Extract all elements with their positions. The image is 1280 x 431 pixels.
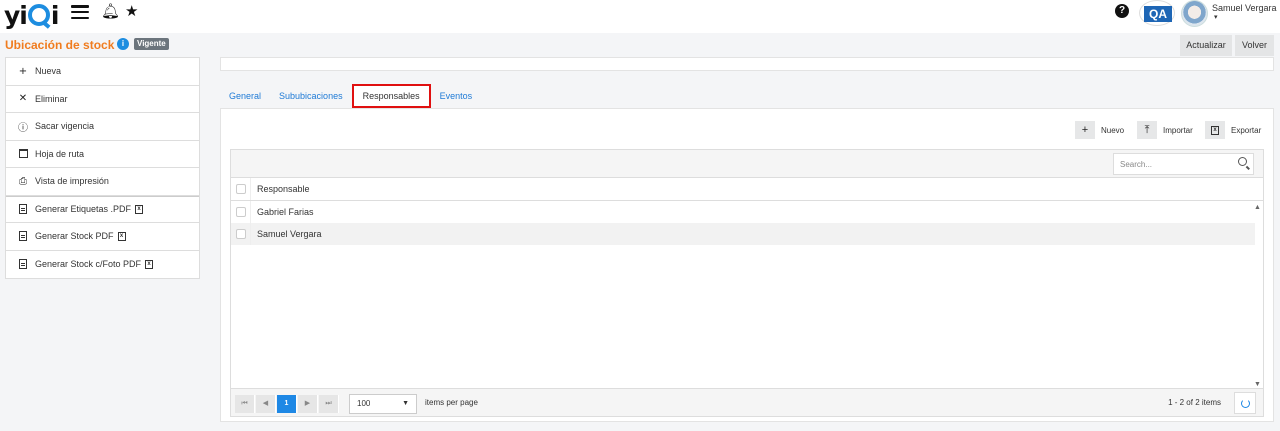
last-page-button[interactable]: ⏭: [319, 395, 339, 413]
prev-page-button[interactable]: ◀: [256, 395, 276, 413]
status-badge: Vigente: [134, 38, 169, 50]
sidebar-item-sacar-vigencia[interactable]: ⓘ Sacar vigencia: [6, 113, 199, 141]
alert-circle-icon: ⓘ: [18, 122, 28, 134]
sidebar-item-generar-stock-foto[interactable]: Generar Stock c/Foto PDF x: [6, 251, 199, 279]
environment-badge: QA: [1139, 0, 1175, 26]
select-all-checkbox[interactable]: [235, 184, 246, 194]
info-icon[interactable]: i: [117, 38, 129, 50]
grid-rows: Gabriel Farias Samuel Vergara: [231, 201, 1255, 388]
tab-responsables[interactable]: Responsables: [351, 84, 431, 108]
plus-icon: +: [1075, 121, 1095, 139]
import-button-label: Importar: [1163, 125, 1193, 135]
user-name[interactable]: Samuel Vergara: [1212, 3, 1277, 13]
sidebar-item-label: Generar Stock PDF: [35, 231, 114, 242]
back-button[interactable]: Volver: [1235, 35, 1274, 56]
sidebar-item-label: Hoja de ruta: [35, 148, 85, 159]
page-title: Ubicación de stock: [5, 38, 115, 52]
scroll-up-icon[interactable]: ▲: [1254, 204, 1261, 211]
update-button[interactable]: Actualizar: [1180, 35, 1232, 56]
vertical-scrollbar[interactable]: ▲ ▼: [1253, 202, 1263, 390]
help-icon[interactable]: ?: [1115, 4, 1129, 18]
table-row[interactable]: Samuel Vergara: [231, 223, 1255, 245]
chevron-down-icon[interactable]: ▾: [1214, 13, 1218, 21]
excel-file-icon[interactable]: x: [117, 231, 126, 241]
grid-toolbar: [231, 150, 1263, 178]
export-button[interactable]: x Exportar: [1205, 121, 1261, 139]
sidebar-item-label: Generar Stock c/Foto PDF: [35, 259, 142, 270]
refresh-icon[interactable]: [1234, 392, 1256, 414]
plus-icon: +: [18, 65, 28, 77]
row-check-cell: [231, 223, 251, 245]
sidebar-item-hoja-de-ruta[interactable]: Hoja de ruta: [6, 141, 199, 168]
search-input[interactable]: [1113, 153, 1254, 175]
tab-bar: General Sububicaciones Responsables Even…: [220, 84, 481, 108]
next-page-button[interactable]: ▶: [298, 395, 318, 413]
chevron-down-icon: ▼: [402, 400, 409, 407]
row-check-cell: [231, 201, 251, 223]
tab-content: + Nuevo ⤒ Importar x Exportar Responsabl…: [220, 108, 1274, 422]
search-icon[interactable]: [1238, 157, 1247, 166]
column-header-responsable[interactable]: Responsable: [251, 184, 310, 194]
pdf-icon: [18, 259, 28, 270]
close-icon: ✕: [18, 93, 28, 105]
sidebar-item-eliminar[interactable]: ✕ Eliminar: [6, 86, 199, 113]
printer-icon: ⎙: [19, 175, 27, 187]
excel-file-icon: x: [1205, 121, 1225, 139]
pager: ⏮ ◀ 1 ▶ ⏭ 100 ▼ items per page 1 - 2 of …: [231, 388, 1263, 416]
import-button[interactable]: ⤒ Importar: [1137, 121, 1193, 139]
new-button-label: Nuevo: [1101, 125, 1125, 135]
avatar[interactable]: [1181, 0, 1208, 27]
star-icon[interactable]: ★: [125, 2, 138, 20]
responsable-cell: Samuel Vergara: [257, 229, 322, 239]
responsable-cell: Gabriel Farias: [257, 207, 314, 217]
scroll-down-icon[interactable]: ▼: [1254, 381, 1261, 388]
pdf-icon: [18, 204, 28, 215]
top-bar: yi i 🔔︎ ★ ? QA Samuel Vergara ▾: [0, 0, 1280, 33]
qa-badge-label: QA: [1144, 6, 1172, 22]
detail-strip: [220, 57, 1274, 71]
tab-general[interactable]: General: [220, 84, 270, 108]
tab-sububicaciones[interactable]: Sububicaciones: [270, 84, 352, 108]
actions-sidebar: + Nueva ✕ Eliminar ⓘ Sacar vigencia Hoja…: [5, 57, 200, 279]
page-number-button[interactable]: 1: [277, 395, 297, 413]
responsables-grid: Responsable Gabriel Farias Samuel Vergar…: [230, 149, 1264, 417]
sidebar-item-label: Generar Etiquetas .PDF: [35, 204, 132, 215]
sidebar-item-label: Eliminar: [35, 93, 68, 104]
calendar-icon: [18, 149, 28, 159]
sidebar-item-label: Nueva: [35, 66, 62, 77]
row-checkbox[interactable]: [235, 229, 246, 239]
items-per-page-label: items per page: [425, 398, 478, 407]
sidebar-item-label: Vista de impresión: [35, 176, 109, 187]
app-logo[interactable]: yi i: [4, 1, 59, 30]
pdf-icon: [18, 231, 28, 242]
menu-icon[interactable]: [71, 5, 89, 19]
pager-info: 1 - 2 of 2 items: [1168, 398, 1221, 407]
row-checkbox[interactable]: [235, 207, 246, 217]
export-button-label: Exportar: [1231, 125, 1262, 135]
sidebar-item-label: Sacar vigencia: [35, 121, 95, 132]
page-size-select[interactable]: 100 ▼: [349, 394, 417, 414]
sidebar-item-vista-impresion[interactable]: ⎙ Vista de impresión: [6, 168, 199, 196]
upload-icon: ⤒: [1137, 121, 1157, 139]
sidebar-item-nueva[interactable]: + Nueva: [6, 58, 199, 86]
new-button[interactable]: + Nuevo: [1075, 121, 1124, 139]
page-size-value: 100: [357, 399, 371, 408]
excel-file-icon[interactable]: x: [145, 259, 154, 269]
select-all-cell: [231, 178, 251, 200]
excel-file-icon[interactable]: x: [135, 204, 144, 214]
sidebar-item-generar-etiquetas[interactable]: Generar Etiquetas .PDF x: [6, 195, 199, 223]
bell-icon[interactable]: 🔔︎: [101, 2, 120, 20]
page-header: Ubicación de stock i Vigente Actualizar …: [0, 33, 1280, 57]
table-row[interactable]: Gabriel Farias: [231, 201, 1255, 223]
grid-header: Responsable: [231, 178, 1263, 201]
tab-eventos[interactable]: Eventos: [431, 84, 482, 108]
first-page-button[interactable]: ⏮: [235, 395, 255, 413]
sidebar-item-generar-stock[interactable]: Generar Stock PDF x: [6, 223, 199, 251]
